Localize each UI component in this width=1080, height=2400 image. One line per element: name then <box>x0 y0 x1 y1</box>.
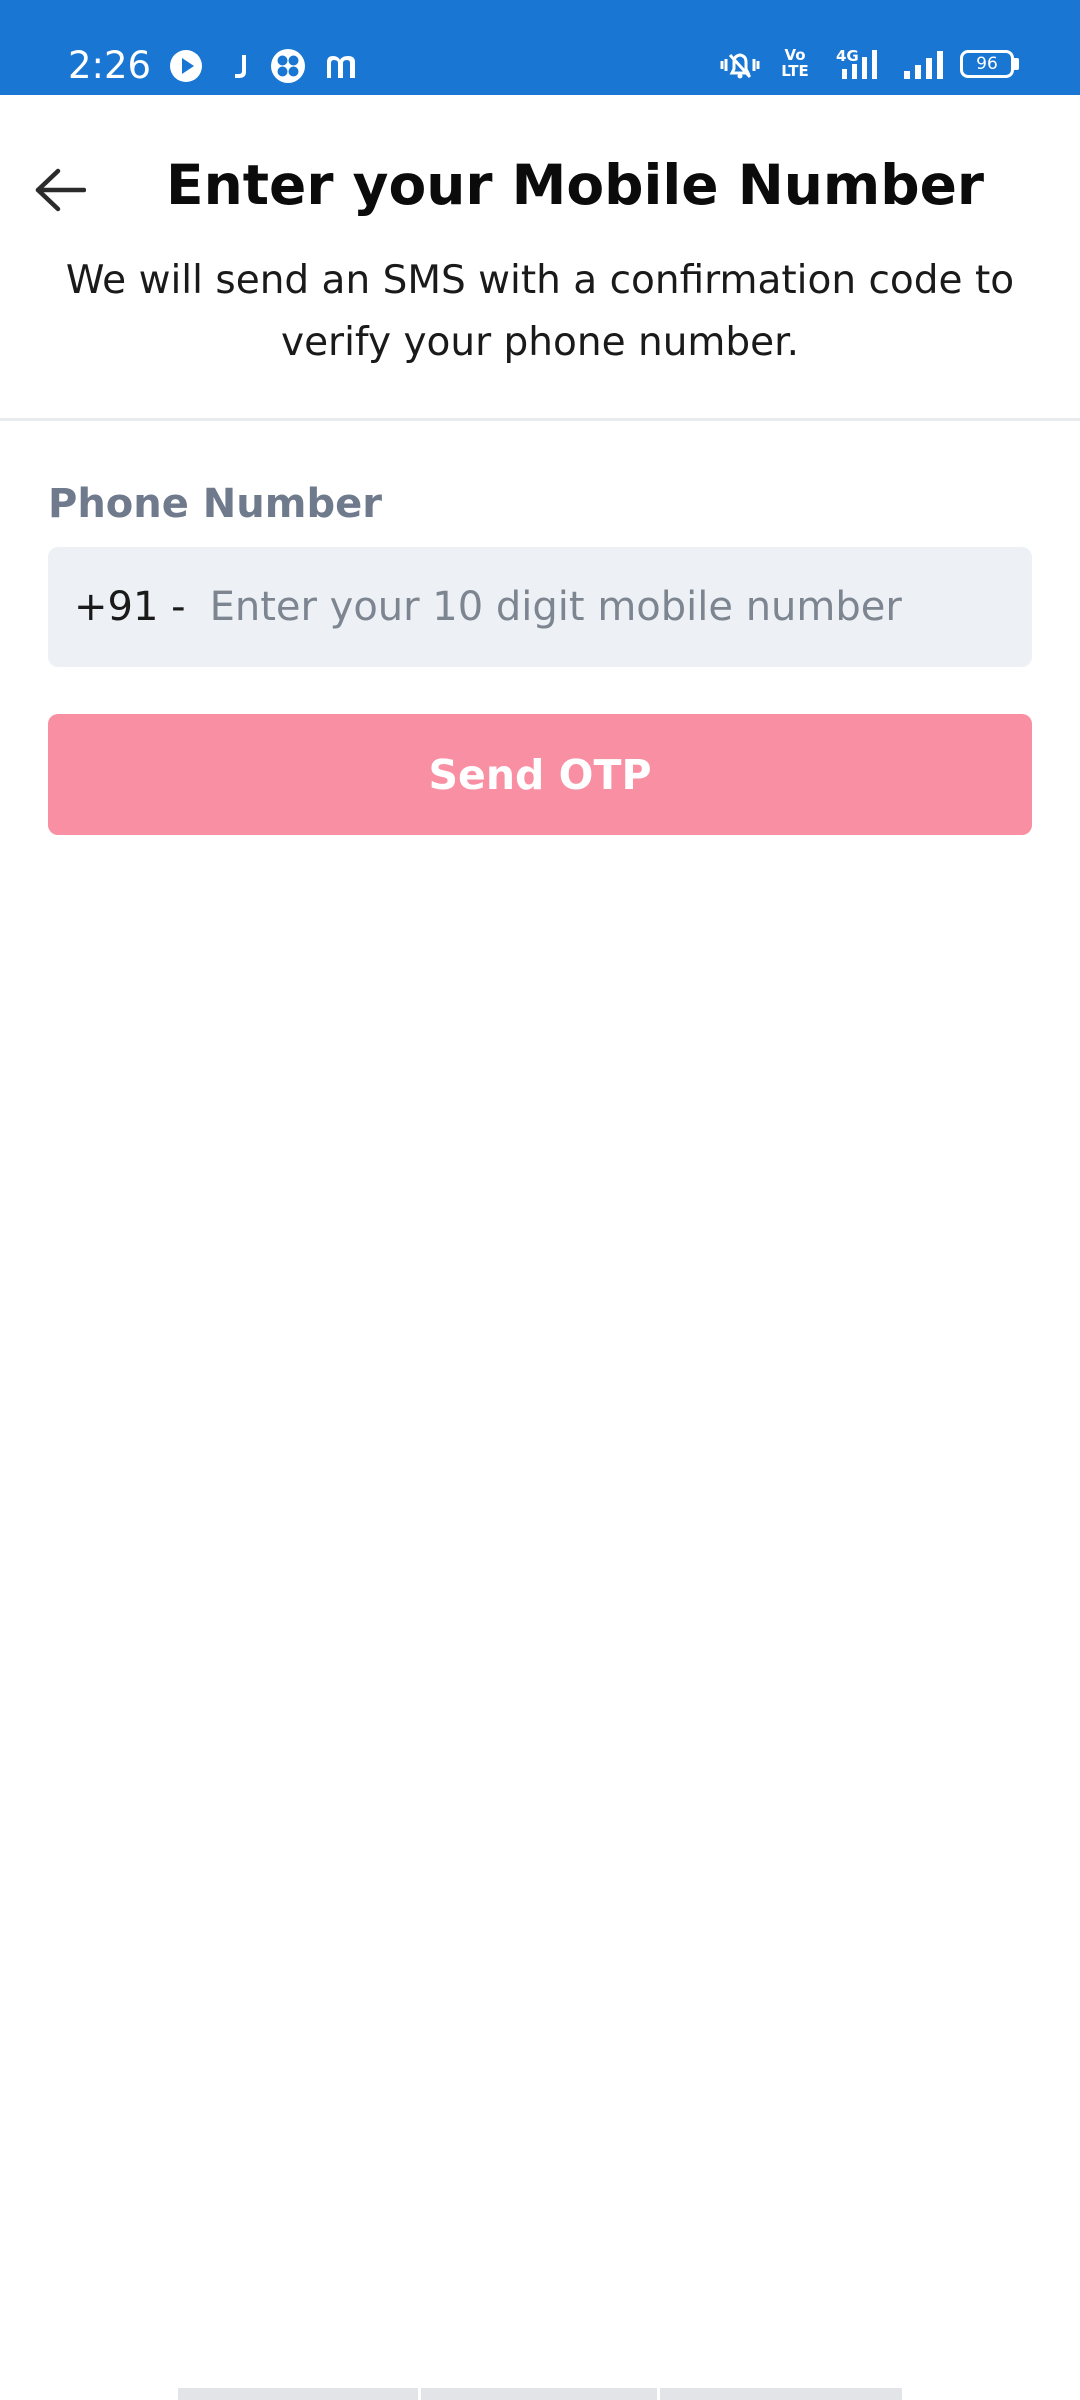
status-time: 2:26 <box>68 44 152 87</box>
gesture-bar-right <box>660 2388 902 2400</box>
send-otp-button[interactable]: Send OTP <box>48 714 1032 835</box>
battery-level: 96 <box>976 54 998 74</box>
svg-text:4G: 4G <box>836 47 859 65</box>
clover-icon <box>271 49 305 83</box>
battery-icon: 96 <box>960 50 1014 78</box>
status-bar: 2:26 Vo LTE 4G 96 <box>0 0 1080 95</box>
volte-label: Vo LTE <box>781 46 809 80</box>
page-title: Enter your Mobile Number <box>166 153 984 217</box>
page-subtitle: We will send an SMS with a confirmation … <box>65 258 1015 365</box>
phone-number-label: Phone Number <box>48 481 382 527</box>
arrow-left-icon <box>35 168 86 212</box>
volte-icon: Vo LTE <box>778 47 818 83</box>
j-notification-icon <box>235 55 246 78</box>
phone-input-container[interactable]: +91 - <box>48 547 1032 667</box>
battery-tip <box>1014 58 1019 70</box>
back-button[interactable] <box>28 160 92 220</box>
gesture-bar-center <box>421 2388 657 2400</box>
signal-4g-icon: 4G <box>836 47 877 79</box>
play-icon <box>170 50 202 82</box>
m-notification-icon <box>327 56 355 78</box>
country-code: +91 - <box>74 584 186 630</box>
phone-number-input[interactable] <box>209 547 1032 667</box>
signal-icon <box>904 51 943 79</box>
gesture-bar-left <box>178 2388 418 2400</box>
vibrate-mute-icon <box>720 53 760 79</box>
